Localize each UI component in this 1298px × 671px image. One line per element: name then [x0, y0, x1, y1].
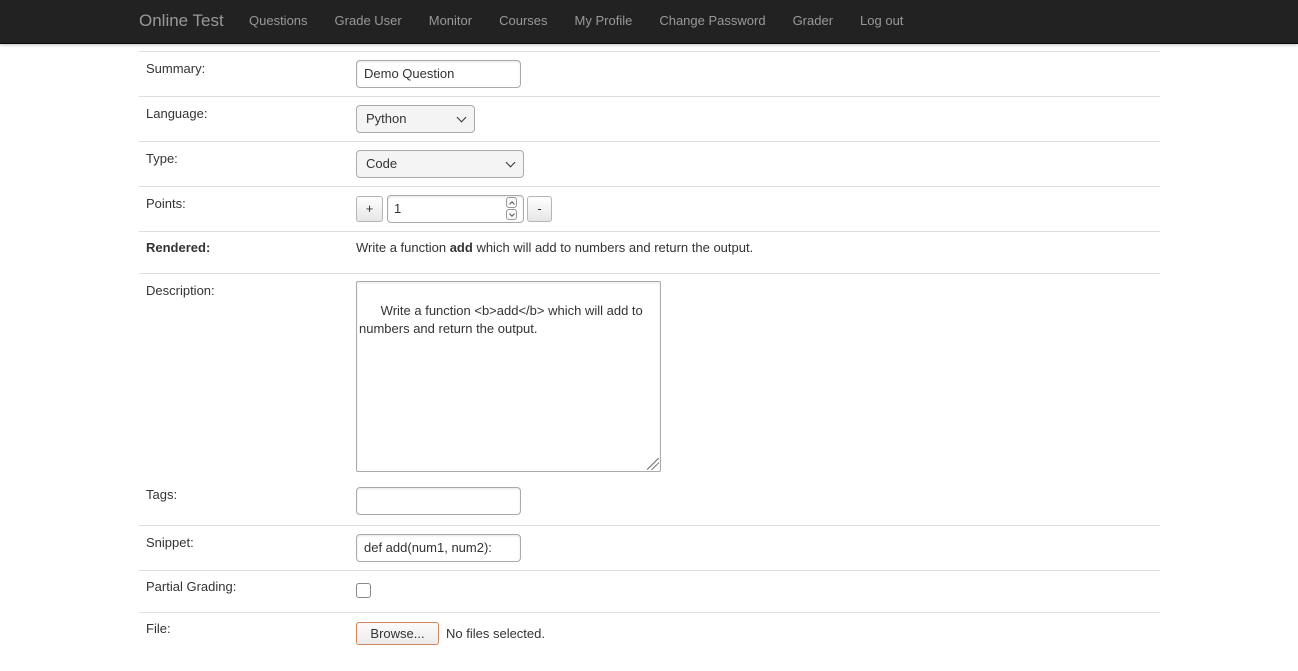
rendered-label: Rendered: — [146, 240, 211, 255]
file-label: File: — [146, 621, 171, 636]
description-label: Description: — [146, 283, 215, 298]
browse-button[interactable]: Browse... — [356, 622, 439, 645]
nav-monitor[interactable]: Monitor — [429, 13, 472, 29]
snippet-label: Snippet: — [146, 535, 194, 550]
type-row: Type: Code — [139, 142, 1160, 187]
rendered-text-before: Write a function — [356, 240, 450, 255]
top-navbar: Online Test Questions Grade User Monitor Co… — [0, 0, 1298, 44]
description-row: Description: Write a function <b>add</b>… — [139, 274, 1160, 481]
points-value: 1 — [394, 201, 402, 216]
nav-questions[interactable]: Questions — [249, 13, 308, 29]
type-label: Type: — [146, 151, 178, 166]
language-row: Language: Python — [139, 97, 1160, 142]
partial-grading-checkbox[interactable] — [356, 583, 371, 598]
summary-label: Summary: — [146, 61, 206, 76]
nav-change-password[interactable]: Change Password — [659, 13, 765, 29]
description-textarea[interactable]: Write a function <b>add</b> which will a… — [356, 281, 661, 472]
tags-label: Tags: — [146, 487, 178, 502]
spin-down-icon[interactable] — [506, 209, 517, 220]
rendered-preview: Write a function add which will add to n… — [356, 240, 753, 256]
tags-row: Tags: — [139, 481, 1160, 526]
rendered-text-after: which will add to numbers and return the… — [472, 240, 754, 255]
type-select[interactable]: Code — [356, 150, 524, 178]
resize-handle-icon[interactable] — [647, 458, 659, 470]
description-value: Write a function <b>add</b> which will a… — [359, 303, 647, 336]
brand-link[interactable]: Online Test — [139, 12, 224, 30]
language-select[interactable]: Python — [356, 105, 475, 133]
nav-menu: Questions Grade User Monitor Courses My Prof… — [249, 13, 930, 29]
nav-grade-user[interactable]: Grade User — [335, 13, 402, 29]
language-selected: Python — [366, 111, 407, 126]
language-label: Language: — [146, 106, 208, 121]
points-decrement-button[interactable]: - — [527, 196, 552, 222]
spin-up-icon[interactable] — [506, 197, 517, 208]
partial-grading-label: Partial Grading: — [146, 579, 237, 594]
nav-log-out[interactable]: Log out — [860, 13, 903, 29]
rendered-text-bold: add — [449, 240, 473, 255]
snippet-input[interactable]: def add(num1, num2): — [356, 534, 521, 562]
nav-my-profile[interactable]: My Profile — [575, 13, 633, 29]
points-row: Points: + 1 - — [139, 187, 1160, 232]
nav-courses[interactable]: Courses — [499, 13, 547, 29]
chevron-down-icon — [505, 157, 516, 168]
type-selected: Code — [366, 156, 398, 171]
tags-input[interactable] — [356, 487, 521, 515]
points-input[interactable]: 1 — [387, 195, 524, 223]
points-increment-button[interactable]: + — [356, 196, 383, 222]
nav-grader[interactable]: Grader — [793, 13, 833, 29]
points-label: Points: — [146, 196, 186, 211]
summary-row: Summary: Demo Question — [139, 52, 1160, 97]
snippet-row: Snippet: def add(num1, num2): — [139, 526, 1160, 571]
chevron-down-icon — [456, 112, 467, 123]
file-row: File: Browse... No files selected. — [139, 613, 1160, 657]
file-status: No files selected. — [446, 626, 545, 641]
question-form: Summary: Demo Question Language: Python … — [139, 51, 1160, 657]
summary-input[interactable]: Demo Question — [356, 60, 521, 88]
partial-grading-row: Partial Grading: — [139, 571, 1160, 613]
rendered-row: Rendered: Write a function add which wil… — [139, 232, 1160, 274]
